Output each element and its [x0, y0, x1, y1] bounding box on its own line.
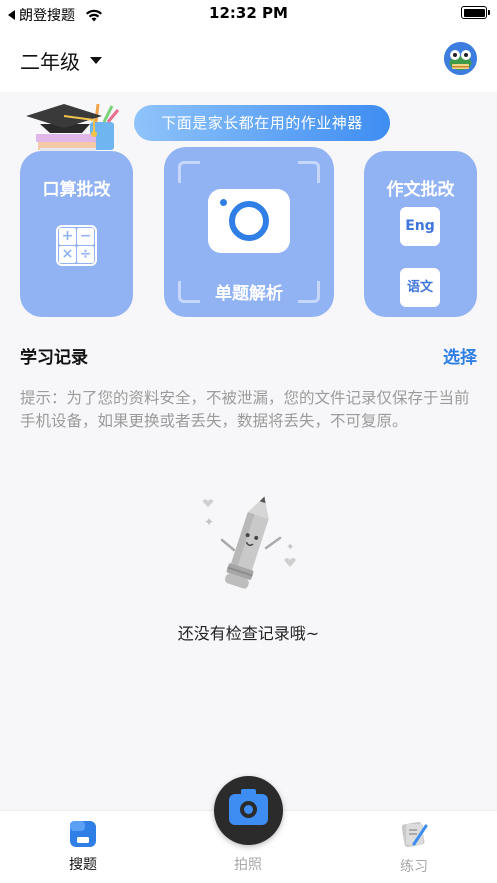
camera-flash-dot	[220, 199, 227, 206]
essay-check-title: 作文批改	[386, 180, 455, 200]
grade-selector[interactable]: 二年级	[20, 46, 102, 75]
arithmetic-check-title: 口算批改	[42, 180, 111, 200]
single-question-title: 单题解析	[215, 284, 283, 304]
tab-search[interactable]: 搜题	[23, 811, 143, 883]
camera-lens-dot	[244, 805, 253, 814]
scan-frame-corner	[178, 161, 200, 183]
svg-text:✦: ✦	[286, 542, 294, 553]
chinese-badge: 语文	[400, 268, 440, 307]
status-time: 12:32 PM	[209, 4, 288, 22]
search-home-icon	[70, 821, 96, 847]
tab-practice-label: 练习	[400, 859, 428, 875]
header: 二年级	[0, 26, 497, 92]
arithmetic-check-card[interactable]: 口算批改 + − × ÷	[20, 151, 133, 317]
single-question-card[interactable]: 单题解析	[164, 147, 334, 317]
battery-icon	[461, 6, 490, 19]
pencil-mascot-icon: ✦ ✦	[202, 496, 296, 589]
essay-check-card[interactable]: 作文批改 Eng 语文	[364, 151, 477, 317]
camera-icon	[208, 189, 290, 253]
caret-down-icon	[90, 57, 102, 64]
empty-state-text: 还没有检查记录哦~	[177, 624, 320, 643]
promo-banner[interactable]: 下面是家长都在用的作业神器	[134, 105, 390, 141]
select-button[interactable]: 选择	[443, 343, 477, 368]
tab-search-label: 搜题	[69, 857, 97, 873]
graduation-cap-icon	[26, 103, 120, 156]
camera-capture-button[interactable]	[214, 776, 283, 845]
status-bar: 朗登搜题 12:32 PM	[0, 0, 497, 26]
scan-frame-corner	[298, 161, 320, 183]
calculator-icon: + − × ÷	[56, 225, 97, 266]
frog-avatar-icon[interactable]	[444, 42, 477, 75]
svg-text:✦: ✦	[204, 515, 214, 529]
tab-photo-label: 拍照	[234, 857, 262, 873]
practice-notebook-icon	[401, 821, 428, 848]
history-title: 学习记录	[20, 348, 88, 368]
grade-label: 二年级	[20, 50, 80, 74]
tab-practice[interactable]: 练习	[354, 811, 474, 883]
camera-lens	[229, 201, 269, 241]
privacy-tip: 提示：为了您的资料安全，不被泄漏，您的文件记录仅保存于当前手机设备，如果更换或者…	[20, 389, 470, 430]
english-badge: Eng	[400, 207, 440, 246]
